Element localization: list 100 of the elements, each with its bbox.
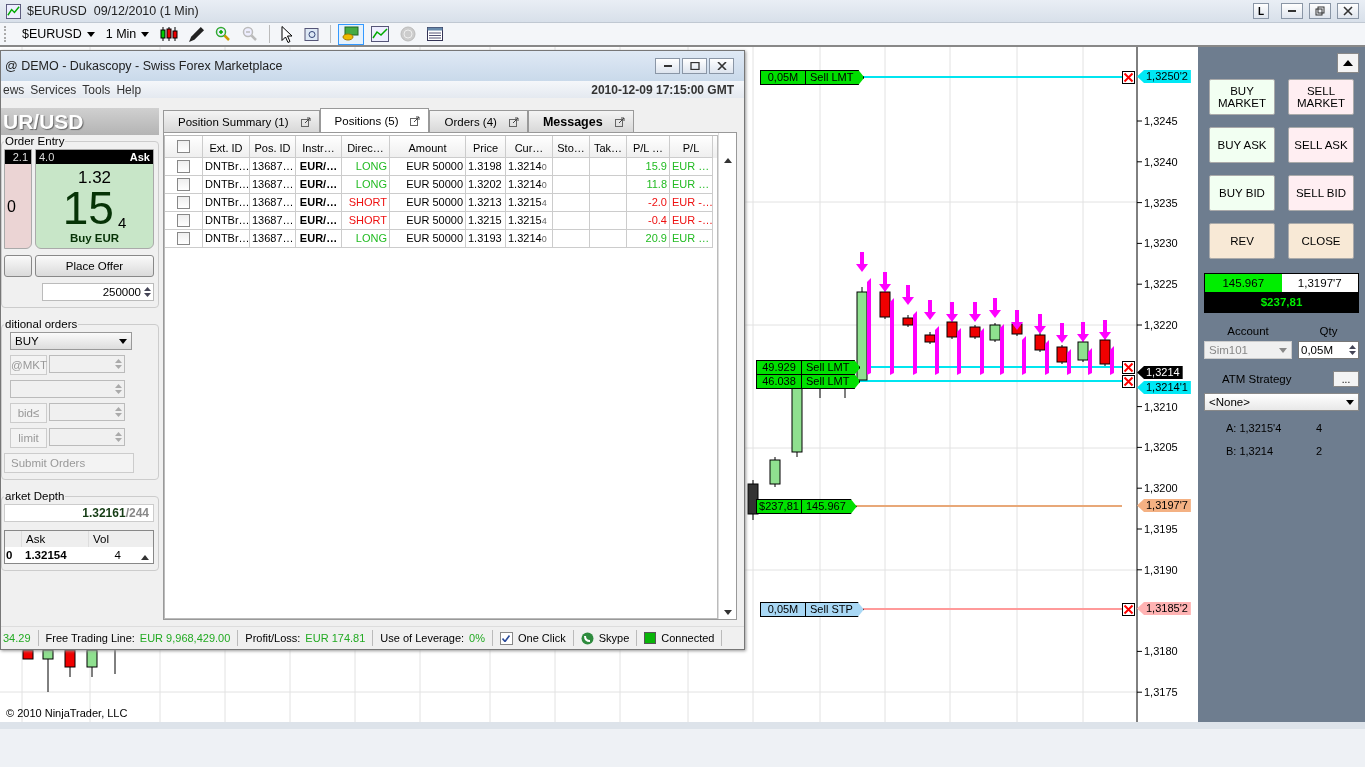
instrument-header: UR/USD: [1, 108, 159, 135]
table-cell: 11.8: [627, 176, 670, 194]
trade-button[interactable]: SELL MARKET: [1288, 79, 1354, 115]
popout-icon[interactable]: [300, 116, 311, 127]
column-header[interactable]: Cur…: [506, 136, 553, 158]
column-header[interactable]: Ext. ID: [203, 136, 250, 158]
minimize-button[interactable]: [655, 58, 680, 74]
position-price: 1,3197'7: [1281, 274, 1358, 292]
column-header[interactable]: Pos. ID: [250, 136, 296, 158]
column-header[interactable]: Price: [466, 136, 506, 158]
one-click-label[interactable]: One Click: [518, 632, 566, 644]
menu-item[interactable]: Help: [114, 82, 146, 97]
caret-icon: [1346, 399, 1354, 405]
trade-button[interactable]: CLOSE: [1288, 223, 1354, 259]
maximize-button[interactable]: [682, 58, 707, 74]
checkbox[interactable]: [177, 232, 190, 245]
column-header[interactable]: Direc…: [342, 136, 390, 158]
scroll-down-icon[interactable]: [723, 610, 732, 615]
cancel-order-icon[interactable]: [1122, 361, 1135, 374]
atm-strategy-dropdown[interactable]: <None>: [1204, 393, 1359, 411]
price-field[interactable]: [49, 428, 125, 446]
place-offer-button[interactable]: Place Offer: [35, 255, 154, 277]
link-button[interactable]: L: [1253, 3, 1269, 19]
trade-button[interactable]: BUY ASK: [1209, 127, 1275, 163]
column-header[interactable]: P/L: [670, 136, 713, 158]
spinner-arrows-icon[interactable]: [1349, 344, 1356, 356]
column-header[interactable]: Tak…: [590, 136, 627, 158]
order-line-label[interactable]: 46.038 Sell LMT: [756, 374, 861, 389]
bid-tile[interactable]: 2.1 0: [4, 149, 32, 249]
execution-bar: [935, 326, 939, 375]
checkbox[interactable]: [177, 160, 190, 173]
scroll-up-icon[interactable]: [141, 555, 149, 560]
empty-cell: [590, 158, 627, 176]
popout-icon[interactable]: [410, 115, 421, 126]
skype-label[interactable]: Skype: [598, 632, 630, 644]
column-header[interactable]: Amount: [390, 136, 466, 158]
checkbox[interactable]: [500, 631, 513, 645]
close-button[interactable]: [1337, 3, 1359, 19]
zoom-out-icon: [242, 26, 259, 42]
interval-dropdown[interactable]: 1 Min: [101, 27, 154, 41]
checkbox[interactable]: [177, 140, 190, 153]
tab[interactable]: Messages: [527, 110, 634, 132]
status-label: Profit/Loss:: [245, 632, 301, 644]
order-line-label[interactable]: 0,05M Sell LMT: [760, 70, 865, 85]
restore-button[interactable]: [1309, 3, 1331, 19]
candle: [946, 318, 958, 340]
order-line-label[interactable]: 0,05M Sell STP: [760, 602, 864, 617]
price-field[interactable]: [49, 355, 125, 373]
table-cell: -2.0: [627, 194, 670, 212]
execution-bar: [1022, 336, 1026, 375]
checkbox[interactable]: [177, 196, 190, 209]
ask-tile[interactable]: 4.0 Ask 1.32 15 4 Buy EUR: [35, 149, 154, 249]
cancel-order-icon[interactable]: [1122, 71, 1135, 84]
place-bid-button[interactable]: [4, 255, 32, 277]
trade-tool[interactable]: [338, 23, 365, 45]
trade-button[interactable]: SELL BID: [1288, 175, 1354, 211]
bid-spread: 2.1: [12, 150, 28, 164]
order-line-label[interactable]: $237,81 145.967: [756, 499, 857, 514]
menu-item[interactable]: Services: [28, 82, 81, 97]
table-cell: SHORT: [342, 212, 390, 230]
quote-price: B: 1,3214: [1226, 445, 1275, 457]
sell-arrow: [879, 272, 891, 292]
quantity-field[interactable]: 0,05M: [1298, 341, 1359, 359]
column-header[interactable]: P/L …: [627, 136, 670, 158]
checkbox[interactable]: [177, 178, 190, 191]
checkbox[interactable]: [177, 214, 190, 227]
column-header[interactable]: Sto…: [553, 136, 590, 158]
instrument-dropdown[interactable]: $EURUSD: [18, 27, 99, 41]
trade-button[interactable]: REV: [1209, 223, 1275, 259]
chart-icon: [6, 3, 21, 19]
phone-icon[interactable]: [580, 631, 594, 645]
popout-icon[interactable]: [508, 116, 519, 127]
more-button[interactable]: ...: [1333, 371, 1359, 387]
popout-icon[interactable]: [614, 116, 625, 127]
table-cell: 1.32154: [506, 194, 553, 212]
execution-bar: [1110, 346, 1114, 375]
trade-button[interactable]: SELL ASK: [1288, 127, 1354, 163]
close-button[interactable]: [709, 58, 734, 74]
price-field[interactable]: [49, 403, 125, 421]
cancel-order-icon[interactable]: [1122, 375, 1135, 388]
checkmark-icon: [502, 634, 511, 642]
menu-item[interactable]: Tools: [80, 82, 115, 97]
minimize-button[interactable]: [1281, 3, 1303, 19]
cancel-order-icon[interactable]: [1122, 603, 1135, 616]
price-field[interactable]: [10, 380, 125, 398]
side-dropdown[interactable]: BUY: [10, 332, 132, 350]
column-header[interactable]: Instr…: [296, 136, 342, 158]
tab[interactable]: Position Summary (1): [163, 110, 320, 132]
spinner-arrows-icon[interactable]: [144, 286, 151, 298]
table-cell: 1.3202: [466, 176, 506, 194]
collapse-button[interactable]: [1337, 53, 1359, 73]
scroll-up-icon[interactable]: [723, 158, 732, 163]
tab[interactable]: Orders (4): [429, 110, 528, 132]
trade-button[interactable]: BUY MARKET: [1209, 79, 1275, 115]
tab[interactable]: Positions (5): [319, 108, 430, 132]
position-pnl: $237,81: [1205, 292, 1358, 312]
amount-field[interactable]: 250000: [42, 283, 154, 301]
menu-item[interactable]: ews: [1, 82, 29, 97]
price-marker: 1,3185'2: [1137, 602, 1191, 615]
trade-button[interactable]: BUY BID: [1209, 175, 1275, 211]
